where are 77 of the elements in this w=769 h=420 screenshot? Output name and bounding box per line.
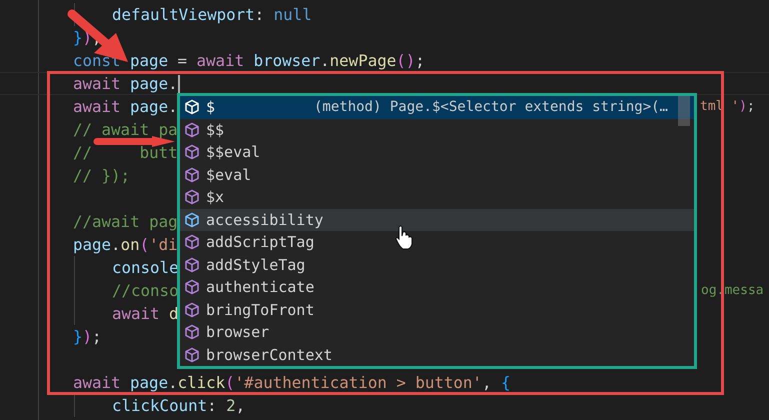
code-token: = [178,51,188,70]
cube-icon [184,144,200,160]
code-token: '#authentication > button' [234,373,482,392]
cube-icon [184,166,200,183]
code-token: ( [225,373,235,392]
code-token: , [236,396,246,415]
scrollbar-thumb[interactable] [678,96,690,126]
code-token: } [73,28,83,47]
code-token: page [73,235,112,254]
code-token: ( [140,235,150,254]
cube-icon [184,99,200,116]
code-token: await [73,74,121,93]
code-token: await [112,304,160,323]
code-token: ; [415,51,425,70]
code-token: console [112,258,179,277]
code-token: , [482,373,492,392]
suggestion-item[interactable]: browser [180,321,694,344]
suggestion-item[interactable]: $ (method) Page.$<Selector extends string>(… [180,96,694,118]
code-token: . [168,74,178,93]
code-token: ) [82,327,92,346]
code-token: browser [254,51,320,70]
cube-icon [184,122,200,138]
suggestion-item[interactable]: $$ [180,118,694,141]
code-token: } [73,327,83,346]
suggestion-item[interactable]: browserContext [180,344,694,366]
cube-icon [184,279,200,296]
code-token: ; [746,99,755,114]
code-token: page [130,373,168,392]
code-token: page [130,74,168,93]
code-comment: // await pa [73,120,178,139]
cube-icon [184,302,200,318]
code-token: await [73,97,121,116]
cube-icon [184,234,200,250]
code-token: 'di [149,235,178,254]
code-token: ) [739,99,747,114]
code-comment: //conso [112,281,179,300]
code-token: ' [731,99,740,114]
suggestion-item[interactable]: $eval [180,164,694,186]
code-token: click [178,373,226,392]
code-token: page [130,51,168,70]
code-comment: //await pag [73,212,178,231]
suggestion-item[interactable]: addStyleTag [180,254,694,276]
cube-icon [184,189,200,206]
code-token: () [396,51,416,70]
code-token: ; [92,327,102,346]
code-token: on [120,235,140,254]
code-token: page [130,97,168,116]
code-token: . [168,97,178,116]
code-token: clickCount [112,396,208,415]
cube-icon [184,256,200,273]
code-token: newPage [330,51,396,70]
suggestion-item[interactable]: $$eval [180,141,694,164]
code-token: . [168,373,178,392]
code-token: 2 [226,396,236,415]
code-token: null [274,5,312,24]
code-token: : [207,396,217,415]
hand-pointer-icon [396,226,412,250]
cube-icon [184,212,200,228]
code-token: { [500,373,510,392]
signature-detail: (method) Page.$<Selector extends string>(… [314,99,668,116]
suggestion-item[interactable]: $x [180,186,694,208]
code-token: . [111,235,121,254]
code-token: tml [700,99,724,114]
cube-icon [184,324,200,340]
suggestion-item[interactable]: addScriptTag [180,231,694,254]
suggestion-item[interactable]: bringToFront [180,298,694,321]
code-token: . [320,51,330,70]
code-comment: // }); [73,166,130,185]
suggestion-item[interactable]: accessibility [180,208,694,231]
cube-icon [184,346,200,363]
suggestion-item[interactable]: authenticate [180,276,694,298]
code-token: d [169,304,179,323]
code-token: await [73,373,121,392]
code-token: defaultViewport [112,5,255,24]
code-comment: // butt [73,143,178,162]
code-token: await [196,51,244,70]
code-token: : [254,5,264,24]
